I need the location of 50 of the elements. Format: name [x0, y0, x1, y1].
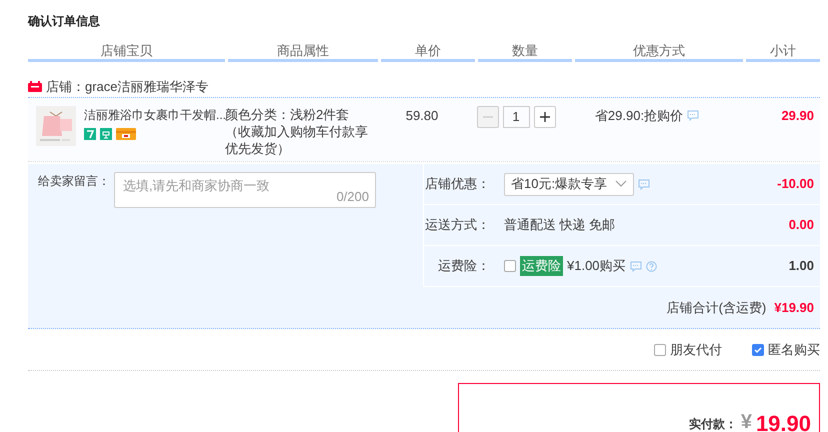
amount: 1.00: [788, 257, 815, 276]
column-header: 单价: [381, 44, 475, 62]
currency-symbol: ¥: [740, 410, 752, 432]
insurance-checkbox[interactable]: [504, 260, 516, 272]
help-icon: [646, 260, 657, 272]
product-attributes: 颜色分类：浅粉2件套（收藏加入购物车付款享优先发货）: [225, 106, 369, 158]
placeholder-text: 选填,请先和商家协商一致: [123, 178, 270, 193]
check-icon: [753, 344, 763, 354]
shop-icon: [100, 128, 112, 140]
column-header: 小计: [746, 44, 820, 62]
total-amount: ¥19.90: [774, 298, 814, 317]
unit-price: 59.80: [406, 108, 438, 123]
option-checkbox[interactable]: [654, 344, 666, 356]
chat-icon: [638, 178, 650, 190]
promotion-text: 省29.90:抢购价: [594, 107, 684, 125]
product-name[interactable]: 洁丽雅浴巾女裹巾干发帽...: [84, 106, 226, 124]
total-label: 店铺合计(含运费): [666, 298, 766, 317]
option-label: 匿名购买: [768, 340, 820, 359]
chat-icon: [687, 110, 700, 121]
message-label: 给卖家留言：: [38, 173, 110, 190]
column-header: 优惠方式: [575, 44, 743, 62]
field-label: 运送方式：: [424, 216, 491, 234]
amount: 0.00: [788, 216, 815, 234]
store-name: 店铺：grace洁丽雅瑞华泽专: [46, 78, 209, 96]
column-header: 数量: [478, 44, 572, 62]
store-logo-icon: [28, 81, 42, 92]
select-value: 省10元:爆款专享: [511, 175, 608, 194]
field-label: 店铺优惠：: [424, 175, 491, 194]
column-header: 店铺宝贝: [28, 44, 225, 62]
column-header: 商品属性: [228, 44, 378, 62]
character-counter: 0/200: [336, 188, 369, 206]
option-checkbox[interactable]: [752, 344, 764, 356]
plus-icon: [538, 111, 550, 123]
caret-icon: [615, 180, 628, 188]
page-title: 确认订单信息: [28, 13, 101, 30]
seven-day-icon: [84, 128, 96, 140]
insurance-tag: 运费险: [520, 256, 563, 276]
card-icon: [116, 128, 136, 140]
amount: -10.00: [777, 175, 815, 194]
chat-icon: [630, 260, 642, 272]
payment-amount: 19.90: [756, 411, 811, 432]
payment-label: 实付款：: [688, 416, 737, 432]
field-label: 运费险：: [437, 257, 491, 276]
option-label: 朋友代付: [670, 340, 722, 359]
subtotal: 29.90: [781, 108, 814, 123]
discount-select[interactable]: 省10元:爆款专享: [504, 172, 634, 196]
increase-button[interactable]: [534, 106, 556, 128]
shipping-method: 普通配送 快递 免邮: [504, 216, 616, 234]
insurance-price: ¥1.00购买: [567, 257, 626, 276]
quantity-field[interactable]: 1: [502, 106, 530, 128]
